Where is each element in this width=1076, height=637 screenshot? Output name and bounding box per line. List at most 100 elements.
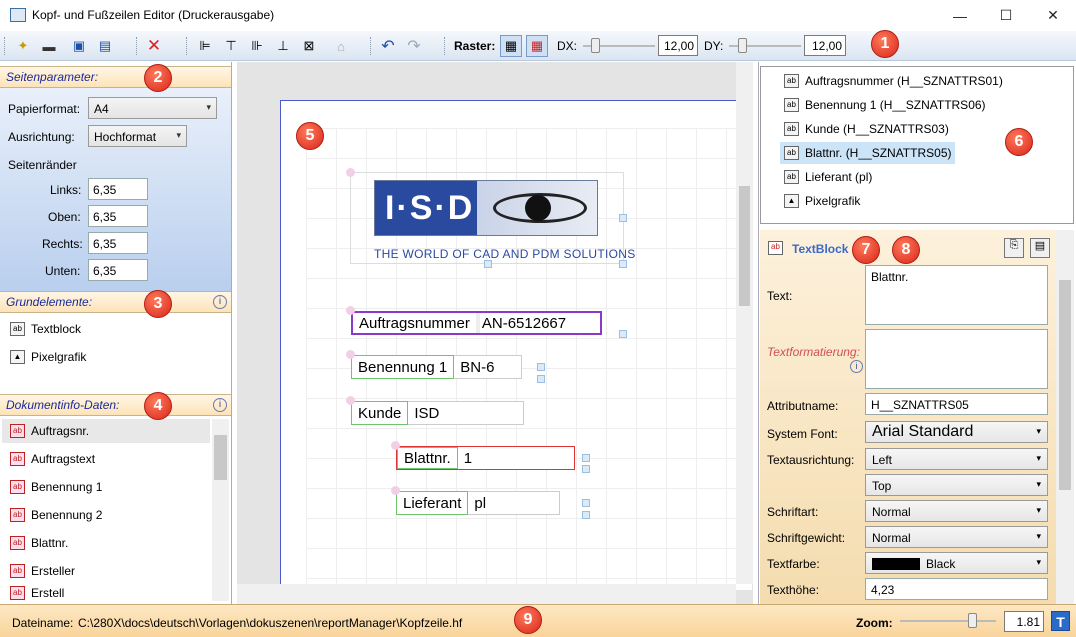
props-scrollbar[interactable] — [1056, 230, 1074, 604]
tree-item[interactable]: ab Kunde (H__SZNATTRS03) — [780, 118, 953, 140]
lock-icon[interactable]: ⌂ — [330, 35, 352, 57]
align-left-icon[interactable]: ⊫ — [194, 35, 216, 57]
save-icon[interactable]: ▣ — [68, 35, 90, 57]
tree-item[interactable]: ab Lieferant (pl) — [780, 166, 876, 188]
tree-item[interactable]: ab Benennung 1 (H__SZNATTRS06) — [780, 94, 990, 116]
align-bottom-icon[interactable]: ⊥ — [272, 35, 294, 57]
list-item[interactable]: ab Blattnr. — [10, 532, 68, 554]
attr-input[interactable]: H__SZNATTRS05 — [865, 393, 1048, 415]
list-item[interactable]: ab Benennung 1 — [10, 476, 102, 498]
snap-grid-icon[interactable]: ▦ — [526, 35, 548, 57]
orient-select[interactable]: Hochformat ▾ — [88, 125, 187, 147]
paper-value: A4 — [94, 102, 109, 116]
align-v-select[interactable]: Top ▾ — [865, 474, 1048, 496]
field-label: Auftragsnummer — [353, 313, 476, 333]
dx-slider-thumb[interactable] — [591, 38, 600, 53]
list-item[interactable]: ab Erstell — [10, 586, 64, 600]
resize-handle[interactable] — [582, 499, 590, 507]
resize-handle[interactable] — [619, 260, 627, 268]
doc-info-header: Dokumentinfo-Daten: — [0, 394, 231, 416]
resize-handle[interactable] — [484, 260, 492, 268]
resize-handle[interactable] — [582, 511, 590, 519]
anchor-dot — [346, 168, 355, 177]
dy-slider-thumb[interactable] — [738, 38, 747, 53]
textblock-icon: ab — [784, 98, 799, 112]
align-right-icon[interactable]: ⊪ — [246, 35, 268, 57]
align-h-select[interactable]: Left ▾ — [865, 448, 1048, 470]
copy-icon[interactable]: ⎘ — [1004, 238, 1024, 258]
color-label: Textfarbe: — [767, 557, 820, 571]
text-mode-icon[interactable]: T — [1051, 611, 1070, 631]
format-input[interactable] — [865, 329, 1048, 389]
delete-icon[interactable]: ✕ — [143, 35, 165, 57]
resize-handle[interactable] — [582, 465, 590, 473]
scrollbar-thumb[interactable] — [214, 435, 227, 480]
resize-handle[interactable] — [619, 330, 627, 338]
save-as-icon[interactable]: ▤ — [94, 35, 116, 57]
list-item[interactable]: ab Textblock — [10, 318, 81, 340]
top-margin-input[interactable]: 6,35 — [88, 205, 148, 227]
tree-item[interactable]: ▲ Pixelgrafik — [780, 190, 864, 212]
zoom-input[interactable]: 1.81 — [1004, 611, 1044, 632]
left-margin-input[interactable]: 6,35 — [88, 178, 148, 200]
dy-input[interactable]: 12,00 — [804, 35, 846, 56]
toolbar-separator — [444, 37, 446, 55]
center-icon[interactable]: ⊠ — [298, 35, 320, 57]
align-top-icon[interactable]: ⊤ — [220, 35, 242, 57]
undo-icon[interactable]: ↶ — [377, 35, 399, 57]
canvas-h-scrollbar[interactable] — [237, 584, 736, 604]
resize-handle[interactable] — [537, 363, 545, 371]
field-blattnr[interactable]: Blattnr. 1 — [396, 446, 575, 470]
scrollbar-thumb[interactable] — [739, 186, 750, 306]
paper-select[interactable]: A4 ▾ — [88, 97, 217, 119]
info-icon[interactable]: i — [850, 360, 863, 373]
style-select[interactable]: Normal ▾ — [865, 500, 1048, 522]
tree-item-selected[interactable]: ab Blattnr. (H__SZNATTRS05) — [780, 142, 956, 164]
redo-icon[interactable]: ↷ — [403, 35, 425, 57]
new-icon[interactable]: ✦ — [12, 35, 34, 57]
color-select[interactable]: Black ▾ — [865, 552, 1048, 574]
scrollbar-thumb[interactable] — [1059, 280, 1071, 490]
canvas-v-scrollbar[interactable] — [736, 62, 753, 584]
list-item[interactable]: ab Auftragsnr. — [10, 420, 89, 442]
weight-select[interactable]: Normal ▾ — [865, 526, 1048, 548]
text-input[interactable]: Blattnr. — [865, 265, 1048, 325]
info-icon[interactable]: i — [213, 398, 227, 412]
right-margin-input[interactable]: 6,35 — [88, 232, 148, 254]
grid-icon[interactable]: ▦ — [500, 35, 522, 57]
list-item[interactable]: ab Ersteller — [10, 560, 75, 582]
open-icon[interactable]: ▬ — [38, 35, 60, 57]
anchor-dot — [391, 486, 400, 495]
doc-info-scrollbar[interactable] — [212, 419, 229, 601]
resize-handle[interactable] — [582, 454, 590, 462]
field-auftragsnummer[interactable]: Auftragsnummer AN-6512667 — [351, 311, 602, 335]
zoom-slider-thumb[interactable] — [968, 613, 977, 628]
field-value: AN-6512667 — [475, 313, 600, 333]
dx-input[interactable]: 12,00 — [658, 35, 698, 56]
info-icon[interactable]: i — [213, 295, 227, 309]
minimize-button[interactable]: — — [937, 0, 983, 31]
paste-icon[interactable]: ▤ — [1030, 238, 1050, 258]
field-benennung[interactable]: Benennung 1 BN-6 — [351, 355, 523, 379]
resize-handle[interactable] — [619, 214, 627, 222]
tree-item[interactable]: ab Auftragsnummer (H__SZNATTRS01) — [780, 70, 1007, 92]
maximize-button[interactable]: ☐ — [983, 0, 1029, 31]
style-value: Normal — [872, 505, 911, 519]
field-kunde[interactable]: Kunde ISD — [351, 401, 525, 425]
bottom-margin-input[interactable]: 6,35 — [88, 259, 148, 281]
list-item[interactable]: ab Benennung 2 — [10, 504, 102, 526]
close-button[interactable]: ✕ — [1030, 0, 1076, 31]
toolbar-separator — [4, 37, 6, 55]
resize-handle[interactable] — [537, 375, 545, 383]
textblock-icon: ab — [784, 122, 799, 136]
field-lieferant[interactable]: Lieferant pl — [396, 491, 561, 515]
font-select[interactable]: Arial Standard ▾ — [865, 421, 1048, 443]
left-margin-label: Links: — [50, 183, 82, 197]
height-input[interactable]: 4,23 — [865, 578, 1048, 600]
chevron-down-icon: ▾ — [206, 102, 211, 112]
zoom-slider-track — [900, 620, 996, 622]
list-item[interactable]: ab Auftragstext — [10, 448, 95, 470]
zoom-label: Zoom: — [856, 616, 893, 630]
list-item[interactable]: ▲ Pixelgrafik — [10, 346, 86, 368]
list-item-label: Auftragsnr. — [31, 424, 90, 438]
